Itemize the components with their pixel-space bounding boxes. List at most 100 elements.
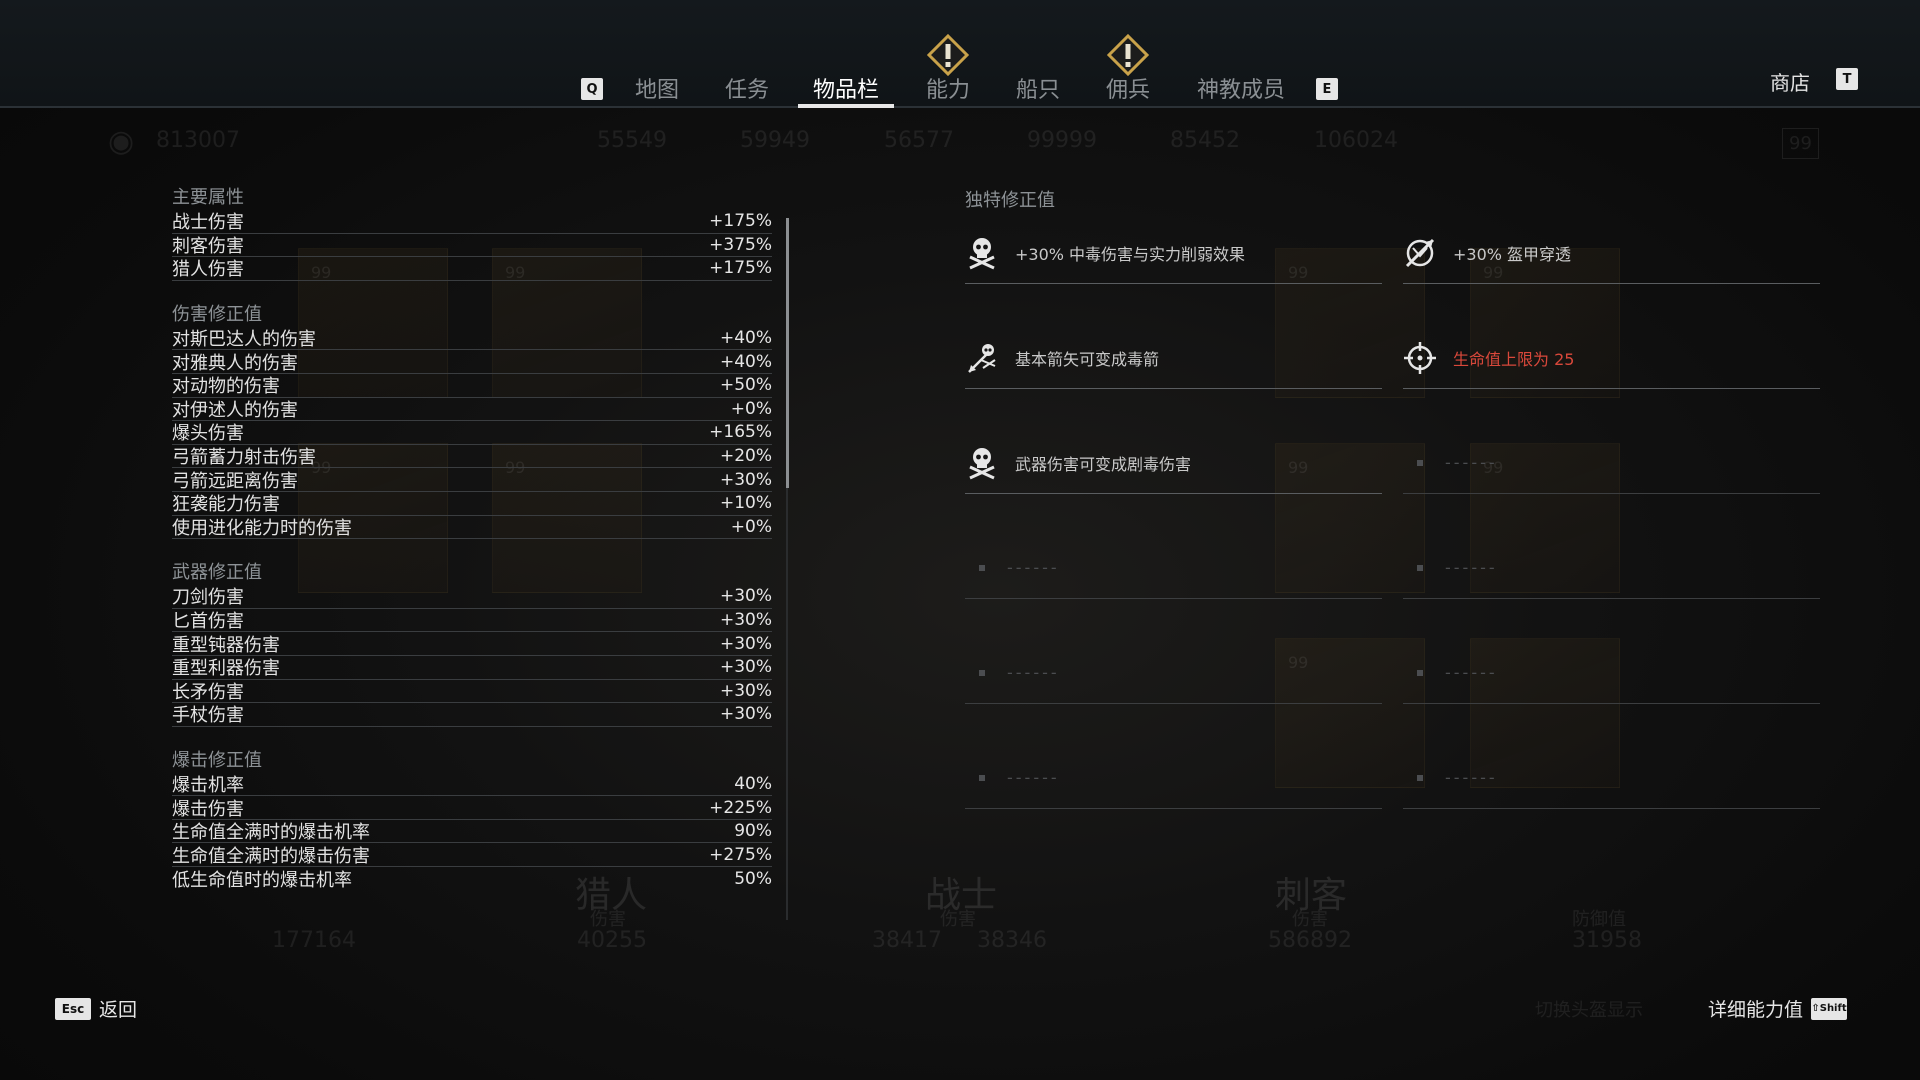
stat-label: 重型钝器伤害 [172, 634, 280, 656]
stat-row: 对动物的伤害 +50% [172, 374, 772, 398]
stat-value: +10% [719, 493, 772, 514]
stats-scrollbar-thumb[interactable] [786, 218, 789, 488]
modifier-text: 武器伤害可变成剧毒伤害 [1015, 454, 1192, 474]
stat-label: 弓箭远距离伤害 [172, 470, 298, 492]
tab-mercenaries[interactable]: 佣兵 [1103, 72, 1153, 106]
shop-button[interactable]: 商店 [1770, 67, 1810, 96]
modifier-text: +30% 盔甲穿透 [1453, 244, 1572, 264]
bg-assassin-label: 刺客 [1275, 875, 1348, 916]
unique-modifier: 基本箭矢可变成毒箭 [965, 327, 1382, 389]
stat-value: +20% [719, 446, 772, 467]
stat-row: 对伊述人的伤害 +0% [172, 398, 772, 422]
empty-slot-dot [979, 669, 985, 676]
active-tab-indicator [798, 104, 894, 108]
stat-value: +40% [719, 328, 772, 349]
stat-label: 对动物的伤害 [172, 376, 280, 398]
stat-label: 对斯巴达人的伤害 [172, 329, 316, 351]
bg-resource-1: 55549 [597, 128, 667, 153]
tab-ship[interactable]: 船只 [1014, 72, 1062, 106]
tab-map[interactable]: 地图 [630, 72, 684, 106]
modifier-text: +30% 中毒伤害与实力削弱效果 [1015, 244, 1246, 264]
crosshair-icon [1404, 341, 1436, 374]
detailed-stats-button[interactable]: 详细能力值 ⇧Shift [1700, 995, 1847, 1022]
stat-value: +275% [709, 844, 772, 865]
back-label: 返回 [99, 999, 138, 1021]
armor-pierce-icon [1405, 238, 1435, 267]
stat-row: 弓箭远距离伤害 +30% [172, 468, 772, 492]
bg-warrior-label: 战士 [925, 875, 998, 916]
stat-row: 低生命值时的爆击机率 50% [172, 867, 772, 891]
stat-label: 刺客伤害 [172, 235, 244, 257]
unique-modifier: +30% 盔甲穿透 [1403, 222, 1820, 284]
stat-row: 重型钝器伤害 +30% [172, 632, 772, 656]
empty-slot-dot [979, 564, 985, 571]
empty-slot-dot [1417, 669, 1423, 676]
stat-row: 长矛伤害 +30% [172, 680, 772, 704]
empty-slot-dashes: ------ [1445, 768, 1498, 787]
tab-quests[interactable]: 任务 [720, 72, 774, 106]
empty-modifier-slot: ------ [1403, 642, 1820, 704]
stat-row: 生命值全满时的爆击机率 90% [172, 820, 772, 844]
modifier-text: 基本箭矢可变成毒箭 [1015, 349, 1160, 369]
empty-slot-dot [1417, 459, 1423, 466]
unique-modifier: 生命值上限为 25 [1403, 327, 1820, 389]
shop-label: 商店 [1770, 71, 1810, 95]
poison-arrow-icon [968, 343, 996, 373]
tab-abilities[interactable]: 能力 [924, 72, 972, 106]
stat-value: 40% [734, 773, 772, 794]
stat-value: +165% [709, 422, 772, 443]
section-title-damage: 伤害修正值 [172, 303, 262, 325]
bg-damage-label: 伤害 [940, 909, 976, 930]
tab-inventory[interactable]: 物品栏 [810, 72, 882, 106]
stat-label: 刀剑伤害 [172, 587, 244, 609]
bg-warrior-damage-b: 38346 [977, 928, 1047, 953]
empty-slot-dot [1417, 774, 1423, 781]
stat-row: 对雅典人的伤害 +40% [172, 350, 772, 374]
stat-row: 爆头伤害 +165% [172, 421, 772, 445]
stat-label: 手杖伤害 [172, 705, 244, 727]
skull-crossbones-icon [969, 237, 995, 269]
empty-slot-dashes: ------ [1007, 558, 1060, 577]
stat-row: 手杖伤害 +30% [172, 703, 772, 727]
empty-modifier-slot: ------ [1403, 537, 1820, 599]
stats-panel: 主要属性 战士伤害 +175% 刺客伤害 +375% 猎人伤害 +175% 伤害修正值… [172, 186, 772, 891]
stat-value: +375% [709, 234, 772, 255]
bg-armor-label: 防御值 [1572, 909, 1626, 930]
unique-modifier: +30% 中毒伤害与实力削弱效果 [965, 222, 1382, 284]
stat-value: +175% [709, 211, 772, 232]
stat-value: +30% [719, 469, 772, 490]
stat-label: 对伊述人的伤害 [172, 399, 298, 421]
back-button[interactable]: Esc 返回 [55, 995, 145, 1022]
bg-damage-label: 伤害 [1292, 909, 1328, 930]
stat-value: +40% [719, 351, 772, 372]
empty-slot-dot [979, 774, 985, 781]
stat-value: 90% [734, 821, 772, 842]
stat-value: +225% [709, 797, 772, 818]
top-nav-bar: Q 地图 任务 物品栏 能力 船只 佣兵 神教成员 E 商店 T [0, 0, 1920, 108]
stat-label: 爆击伤害 [172, 798, 244, 820]
prev-tab-key[interactable]: Q [581, 78, 603, 100]
stat-label: 狂袭能力伤害 [172, 494, 280, 516]
stat-label: 生命值全满时的爆击机率 [172, 822, 370, 844]
stat-value: +30% [719, 680, 772, 701]
stat-value: +0% [730, 398, 772, 419]
empty-slot-dot [1417, 564, 1423, 571]
stat-label: 生命值全满时的爆击伤害 [172, 845, 370, 867]
bg-health-value: 177164 [272, 928, 356, 953]
next-tab-key[interactable]: E [1316, 78, 1338, 100]
bg-armor-value: 31958 [1572, 928, 1642, 953]
section-title-weapon: 武器修正值 [172, 562, 262, 584]
section-title-main: 主要属性 [172, 187, 244, 208]
stat-row: 猎人伤害 +175% [172, 257, 772, 281]
stat-label: 战士伤害 [172, 212, 244, 234]
stat-label: 重型利器伤害 [172, 658, 280, 680]
stat-value: +30% [719, 610, 772, 631]
empty-slot-dashes: ------ [1445, 453, 1498, 472]
tab-cultists[interactable]: 神教成员 [1193, 72, 1289, 106]
bg-resource-5: 85452 [1170, 128, 1240, 153]
empty-modifier-slot: ------ [965, 747, 1382, 809]
bg-level-badge: 99 [1782, 128, 1819, 159]
unique-modifier: 武器伤害可变成剧毒伤害 [965, 432, 1382, 494]
bg-warrior-damage-a: 38417 [872, 928, 942, 953]
stat-row: 匕首伤害 +30% [172, 609, 772, 633]
